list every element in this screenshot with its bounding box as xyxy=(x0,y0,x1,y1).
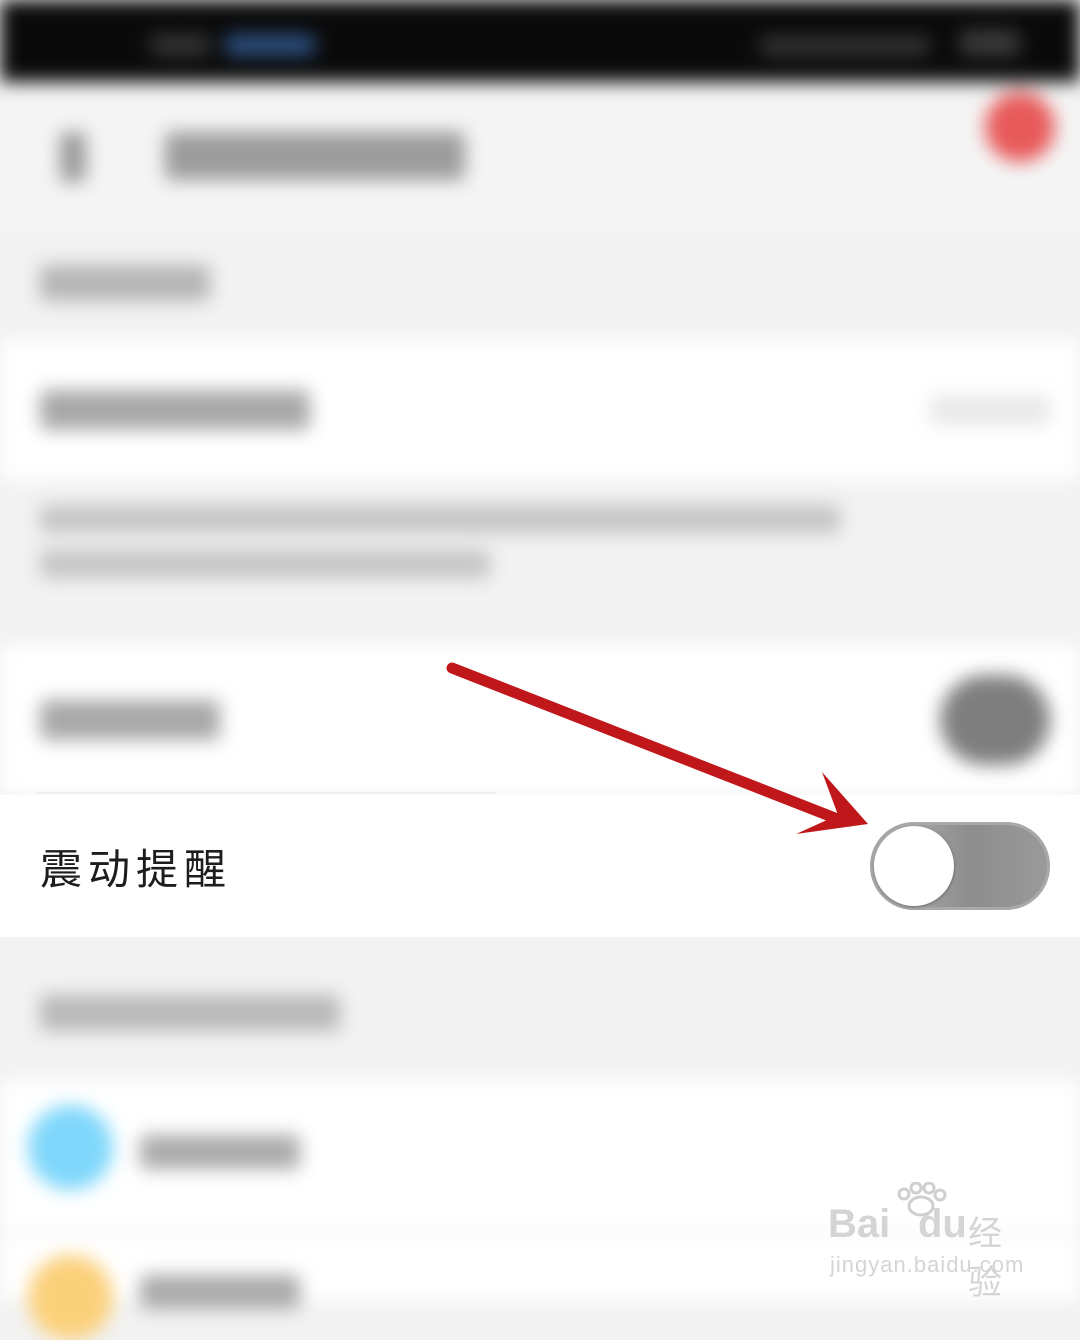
baidu-jingyan-watermark: Bai du 经验 jingyan.baidu.com xyxy=(828,1180,1028,1302)
watermark-brand-left: Bai xyxy=(828,1202,891,1246)
watermark-url: jingyan.baidu.com xyxy=(830,1252,1025,1277)
watermark-brand-right: du xyxy=(918,1202,967,1246)
annotation-arrow xyxy=(446,662,868,834)
